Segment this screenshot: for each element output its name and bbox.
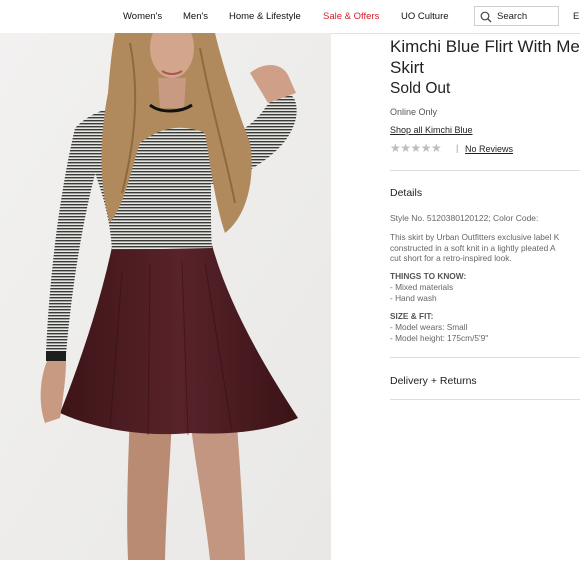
nav-item-womens[interactable]: Women's [123,11,162,22]
brand-link[interactable]: Shop all Kimchi Blue [390,125,473,135]
search-label: Search [497,11,528,22]
product-description: This skirt by Urban Outfitters exclusive… [390,232,580,264]
nav-item-sale-offers[interactable]: Sale & Offers [323,11,379,22]
size-fit-item: - Model height: 175cm/5'9" [390,333,489,343]
things-to-know-heading: THINGS TO KNOW: [390,271,467,281]
size-fit-item: - Model wears: Small [390,322,468,332]
rating-separator: | [456,143,459,153]
description-line: cut short for a retro-inspired look. [390,253,512,263]
things-item: - Hand wash [390,293,437,303]
divider [390,170,580,171]
product-title: Kimchi Blue Flirt With Me Skirt [390,36,580,78]
delivery-returns-heading[interactable]: Delivery + Returns [390,375,477,387]
nav-item-home-lifestyle[interactable]: Home & Lifestyle [229,11,301,22]
nav-item-uo-culture[interactable]: UO Culture [401,11,449,22]
product-title-line-1: Kimchi Blue Flirt With Me [390,37,580,56]
top-navigation: Women's Men's Home & Lifestyle Sale & Of… [0,0,580,34]
search-icon [480,11,492,23]
search-box[interactable]: Search [474,6,559,26]
product-image[interactable] [0,33,331,560]
things-item: - Mixed materials [390,282,454,292]
divider [390,399,580,400]
model-photo [0,33,331,560]
style-number: Style No. 5120380120122; Color Code: [390,213,539,223]
details-heading[interactable]: Details [390,187,422,199]
stock-status: Sold Out [390,80,451,97]
availability-label: Online Only [390,107,438,117]
nav-item-mens[interactable]: Men's [183,11,208,22]
description-line: This skirt by Urban Outfitters exclusive… [390,232,560,242]
rating-stars-icon: ★★★★★ [390,141,442,155]
product-title-line-2: Skirt [390,58,424,77]
size-fit-heading: SIZE & FIT: [390,311,434,321]
reviews-link[interactable]: No Reviews [465,144,513,154]
divider [390,357,580,358]
description-line: constructed in a soft knit in a lightly … [390,242,556,253]
nav-item-overflow[interactable]: E [573,11,579,22]
